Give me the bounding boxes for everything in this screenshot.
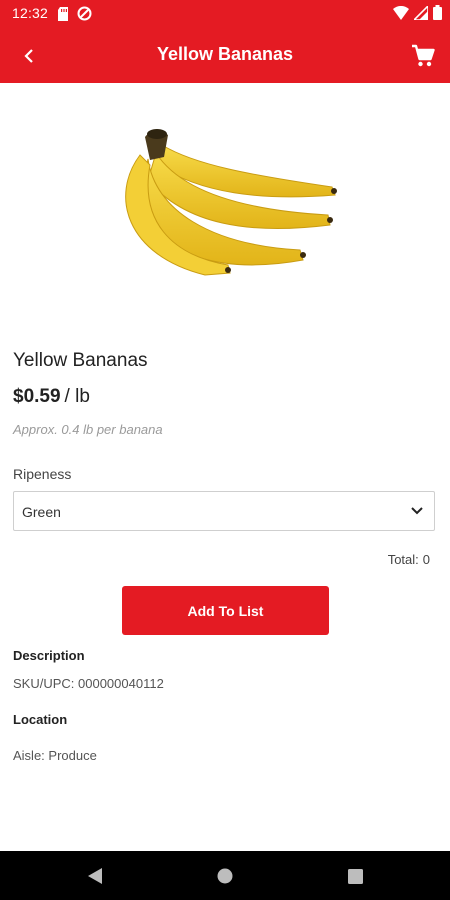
- total-label: Total:: [387, 552, 419, 567]
- page-title: Yellow Bananas: [156, 44, 294, 64]
- approx-weight-note: Approx. 0.4 lb per banana: [13, 422, 163, 437]
- price-unit: / lb: [64, 386, 90, 407]
- status-notification-icons: [57, 6, 92, 21]
- sku-text: SKU/UPC: 000000040112: [13, 676, 164, 691]
- description-heading: Description: [13, 648, 85, 663]
- back-button[interactable]: [14, 41, 44, 71]
- total-row: Total: 0: [388, 552, 430, 567]
- square-recents-icon: [347, 868, 363, 884]
- signal-icon: [414, 5, 428, 20]
- ripeness-label: Ripeness: [13, 466, 72, 482]
- sd-card-icon: [58, 6, 68, 21]
- triangle-back-icon: [88, 868, 102, 884]
- chevron-left-icon: [24, 49, 33, 63]
- shopping-cart-icon: [412, 44, 435, 67]
- data-saver-icon: [77, 6, 92, 21]
- status-system-icons: [393, 5, 442, 20]
- status-time: 12:32: [12, 5, 49, 21]
- product-image-bananas: [125, 129, 337, 276]
- aisle-text: Aisle: Produce: [13, 748, 97, 763]
- add-to-list-button[interactable]: Add To List: [122, 586, 329, 635]
- wifi-icon: [393, 5, 409, 20]
- location-heading: Location: [13, 712, 68, 727]
- cart-button[interactable]: [406, 39, 440, 73]
- chevron-down-icon: [411, 507, 423, 515]
- total-value: 0: [422, 552, 430, 567]
- nav-back-button[interactable]: [84, 865, 106, 887]
- battery-icon: [433, 5, 442, 20]
- nav-recents-button[interactable]: [344, 865, 366, 887]
- circle-home-icon: [217, 868, 233, 884]
- status-bar: 12:32: [0, 0, 450, 28]
- app-bar: Yellow Bananas: [0, 28, 450, 83]
- ripeness-selected-value: Green: [22, 504, 61, 520]
- product-price: $0.59/ lb: [13, 386, 90, 408]
- system-nav-bar: [0, 851, 450, 900]
- product-name: Yellow Bananas: [13, 350, 148, 371]
- ripeness-dropdown[interactable]: Green: [13, 491, 435, 531]
- price-amount: $0.59: [13, 386, 61, 407]
- nav-home-button[interactable]: [214, 865, 236, 887]
